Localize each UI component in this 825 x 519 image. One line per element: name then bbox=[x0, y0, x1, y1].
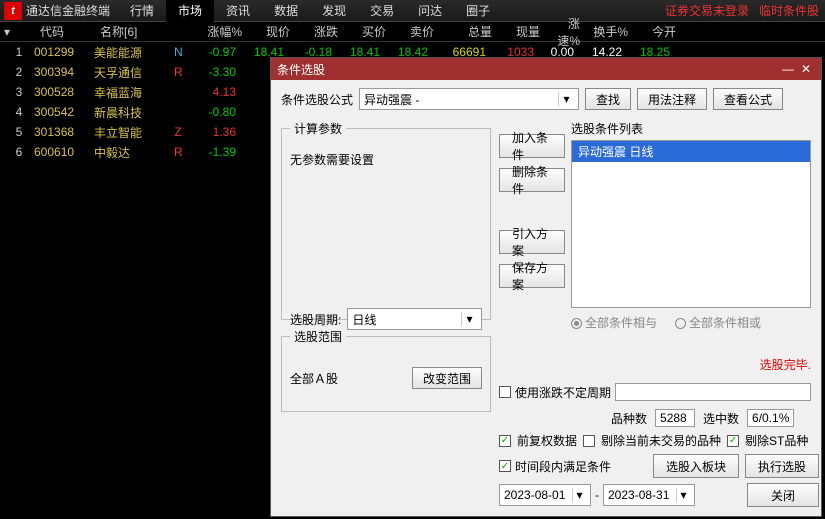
chevron-down-icon[interactable]: ▾ bbox=[572, 488, 586, 502]
params-empty-text: 无参数需要设置 bbox=[290, 151, 482, 168]
find-button[interactable]: 查找 bbox=[585, 88, 631, 110]
add-condition-button[interactable]: 加入条件 bbox=[499, 134, 565, 158]
change-range-button[interactable]: 改变范围 bbox=[412, 367, 482, 389]
hit-value: 6/0.1% bbox=[747, 409, 794, 427]
menu-item[interactable]: 问达 bbox=[406, 0, 454, 22]
col-spd[interactable]: 涨速% bbox=[544, 15, 584, 49]
radio-and[interactable]: 全部条件相与 bbox=[571, 314, 657, 331]
menu-item[interactable]: 交易 bbox=[358, 0, 406, 22]
period-combo[interactable]: 日线 ▾ bbox=[347, 308, 482, 330]
list-legend: 选股条件列表 bbox=[571, 120, 811, 137]
chevron-down-icon[interactable]: ▾ bbox=[461, 312, 477, 326]
delst-checkbox[interactable]: ✓ bbox=[727, 435, 739, 447]
condition-list[interactable]: 异动强震 日线 bbox=[571, 140, 811, 308]
condition-select-dialog: 条件选股 — ✕ 条件选股公式 异动强震 - ▾ 查找 用法注释 查看公式 计算… bbox=[270, 57, 822, 517]
formula-value: 异动强震 - bbox=[364, 91, 419, 108]
menu-item[interactable]: 发现 bbox=[310, 0, 358, 22]
app-name: 通达信金融终端 bbox=[26, 2, 110, 19]
into-block-button[interactable]: 选股入板块 bbox=[653, 454, 739, 478]
app-logo: t bbox=[4, 2, 22, 20]
col-name[interactable]: 名称[6] bbox=[96, 23, 176, 40]
period-value: 日线 bbox=[352, 311, 376, 328]
count-label: 品种数 bbox=[611, 410, 647, 427]
formula-label: 条件选股公式 bbox=[281, 91, 353, 108]
col-code[interactable]: 代码 bbox=[36, 23, 96, 40]
dropdown-icon[interactable]: ▾ bbox=[0, 25, 14, 39]
timecond-checkbox[interactable]: ✓ bbox=[499, 460, 511, 472]
status-text: 选股完毕. bbox=[571, 356, 811, 373]
menu-item[interactable]: 市场 bbox=[166, 0, 214, 22]
preadj-checkbox[interactable]: ✓ bbox=[499, 435, 511, 447]
col-tvol[interactable]: 总量 bbox=[438, 23, 496, 40]
col-ask[interactable]: 卖价 bbox=[390, 23, 438, 40]
chevron-down-icon[interactable]: ▾ bbox=[558, 92, 574, 106]
period-label: 选股周期: bbox=[290, 311, 341, 328]
login-alert[interactable]: 证券交易未登录 bbox=[665, 2, 749, 19]
dialog-titlebar[interactable]: 条件选股 — ✕ bbox=[271, 58, 821, 80]
params-legend: 计算参数 bbox=[290, 120, 346, 137]
menu-item[interactable]: 行情 bbox=[118, 0, 166, 22]
dialog-title: 条件选股 bbox=[277, 61, 325, 78]
formula-combo[interactable]: 异动强震 - ▾ bbox=[359, 88, 579, 110]
menu-item[interactable]: 圈子 bbox=[454, 0, 502, 22]
execute-button[interactable]: 执行选股 bbox=[745, 454, 819, 478]
menu-item[interactable]: 资讯 bbox=[214, 0, 262, 22]
close-icon[interactable]: ✕ bbox=[797, 62, 815, 76]
cond-stock-alert[interactable]: 临时条件股 bbox=[759, 2, 819, 19]
list-item[interactable]: 异动强震 日线 bbox=[572, 141, 810, 162]
col-chg[interactable]: 涨跌 bbox=[294, 23, 342, 40]
save-scheme-button[interactable]: 保存方案 bbox=[499, 264, 565, 288]
date-from[interactable]: 2023-08-01▾ bbox=[499, 484, 591, 506]
radio-or[interactable]: 全部条件相或 bbox=[675, 314, 761, 331]
range-fieldset: 选股范围 全部Ａ股 改变范围 bbox=[281, 328, 491, 412]
col-turn[interactable]: 换手% bbox=[584, 23, 632, 40]
undef-period-label: 使用涨跌不定周期 bbox=[515, 384, 611, 401]
range-legend: 选股范围 bbox=[290, 328, 346, 345]
col-cvol[interactable]: 现量 bbox=[496, 23, 544, 40]
minimize-icon[interactable]: — bbox=[779, 62, 797, 76]
import-scheme-button[interactable]: 引入方案 bbox=[499, 230, 565, 254]
date-to[interactable]: 2023-08-31▾ bbox=[603, 484, 695, 506]
topbar: t 通达信金融终端 行情 市场 资讯 数据 发现 交易 问达 圈子 证券交易未登… bbox=[0, 0, 825, 22]
params-fieldset: 计算参数 无参数需要设置 选股周期: 日线 ▾ bbox=[281, 120, 491, 320]
col-pct[interactable]: 涨幅% bbox=[192, 23, 246, 40]
col-price[interactable]: 现价 bbox=[246, 23, 294, 40]
hit-label: 选中数 bbox=[703, 410, 739, 427]
chevron-down-icon[interactable]: ▾ bbox=[676, 488, 690, 502]
close-button[interactable]: 关闭 bbox=[747, 483, 819, 507]
usage-button[interactable]: 用法注释 bbox=[637, 88, 707, 110]
table-header: ▾ 代码 名称[6] 涨幅% 现价 涨跌 买价 卖价 总量 现量 涨速% 换手%… bbox=[0, 22, 825, 42]
view-formula-button[interactable]: 查看公式 bbox=[713, 88, 783, 110]
delnontrade-label: 剔除当前未交易的品种 bbox=[601, 432, 721, 449]
timecond-label: 时间段内满足条件 bbox=[515, 458, 611, 475]
menu-item[interactable]: 数据 bbox=[262, 0, 310, 22]
undef-period-input[interactable] bbox=[615, 383, 811, 401]
preadj-label: 前复权数据 bbox=[517, 432, 577, 449]
count-value: 5288 bbox=[655, 409, 695, 427]
col-bid[interactable]: 买价 bbox=[342, 23, 390, 40]
delst-label: 剔除ST品种 bbox=[745, 432, 808, 449]
range-value: 全部Ａ股 bbox=[290, 370, 338, 387]
main-menu: 行情 市场 资讯 数据 发现 交易 问达 圈子 bbox=[118, 0, 502, 22]
delete-condition-button[interactable]: 删除条件 bbox=[499, 168, 565, 192]
delnontrade-checkbox[interactable] bbox=[583, 435, 595, 447]
date-dash: - bbox=[595, 488, 599, 502]
col-open[interactable]: 今开 bbox=[632, 23, 680, 40]
undef-period-checkbox[interactable] bbox=[499, 386, 511, 398]
